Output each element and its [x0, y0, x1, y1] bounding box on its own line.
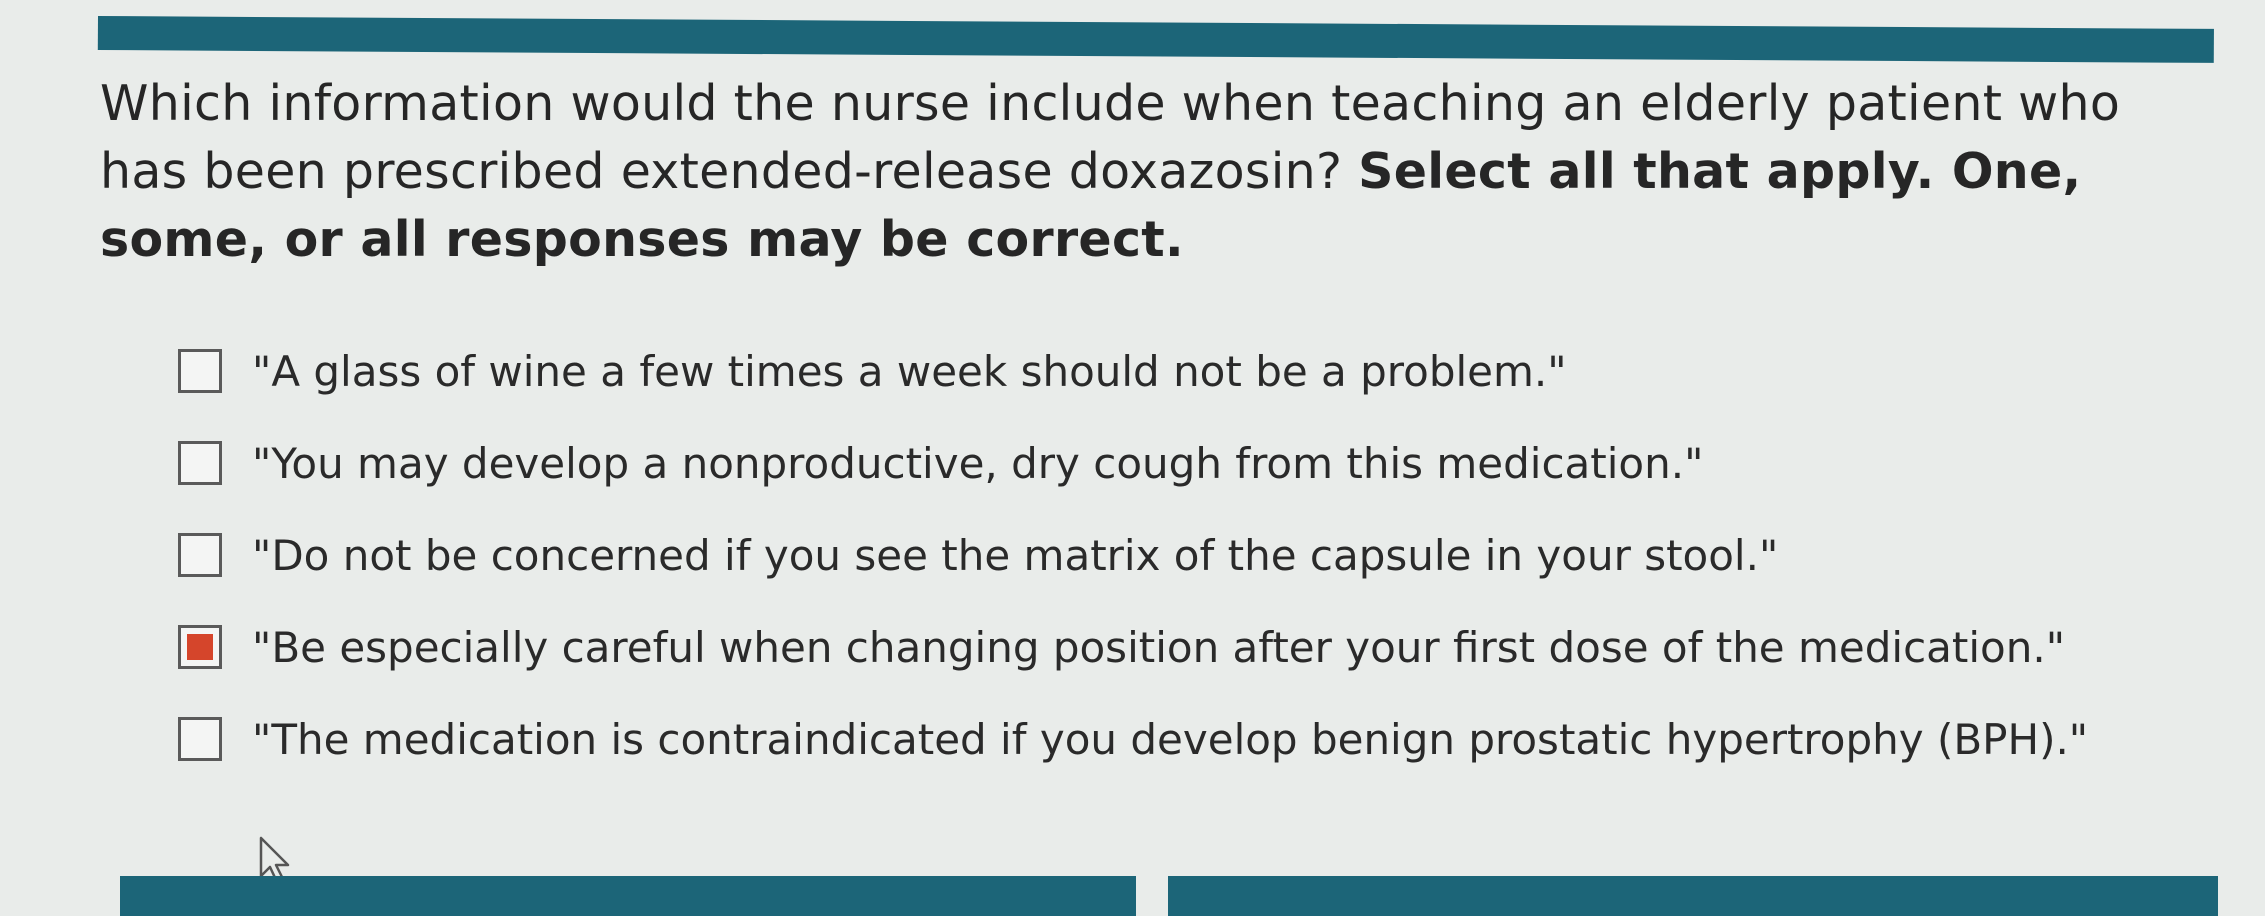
answer-options-list: "A glass of wine a few times a week shou…	[178, 325, 2088, 785]
answer-option-1[interactable]: "A glass of wine a few times a week shou…	[178, 325, 2078, 417]
answer-option-4[interactable]: "Be especially careful when changing pos…	[178, 601, 2078, 693]
answer-checkbox-3[interactable]	[178, 533, 222, 577]
answer-checkbox-5[interactable]	[178, 717, 222, 761]
answer-label-5[interactable]: "The medication is contraindicated if yo…	[252, 715, 2088, 764]
answer-label-1[interactable]: "A glass of wine a few times a week shou…	[252, 347, 1567, 396]
answer-option-2[interactable]: "You may develop a nonproductive, dry co…	[178, 417, 2078, 509]
answer-checkbox-4[interactable]	[178, 625, 222, 669]
answer-label-3[interactable]: "Do not be concerned if you see the matr…	[252, 531, 1778, 580]
answer-checkbox-1[interactable]	[178, 349, 222, 393]
top-header-bar	[97, 16, 2214, 63]
answer-option-5[interactable]: "The medication is contraindicated if yo…	[178, 693, 2088, 785]
right-action-button[interactable]	[1168, 876, 2218, 916]
answer-label-4[interactable]: "Be especially careful when changing pos…	[252, 623, 2065, 672]
answer-option-3[interactable]: "Do not be concerned if you see the matr…	[178, 509, 2078, 601]
answer-checkbox-2[interactable]	[178, 441, 222, 485]
question-text: Which information would the nurse includ…	[100, 70, 2220, 274]
answer-label-2[interactable]: "You may develop a nonproductive, dry co…	[252, 439, 1703, 488]
left-action-button[interactable]	[120, 876, 1136, 916]
